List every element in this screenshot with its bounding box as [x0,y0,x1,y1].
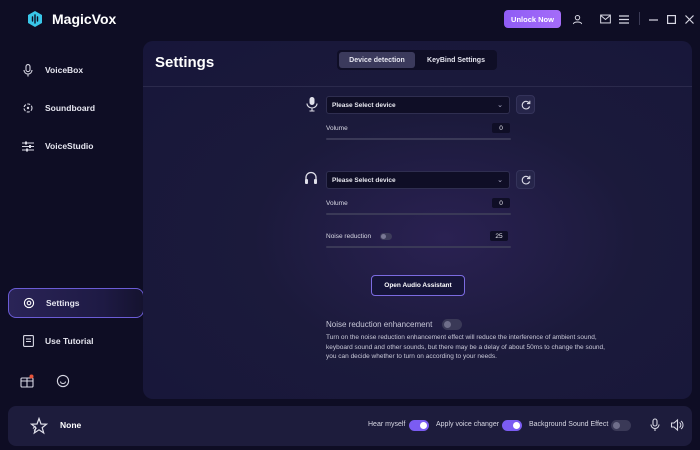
sliders-icon [21,139,35,153]
refresh-icon [521,100,530,109]
voice-star-icon[interactable] [30,417,48,435]
settings-tabs: Device detection KeyBind Settings [337,50,497,70]
background-sound-effect-label: Background Sound Effect [529,421,609,428]
minimize-icon[interactable] [646,12,660,26]
output-device-placeholder: Please Select device [332,176,396,184]
speaker-icon[interactable] [670,418,684,432]
sidebar-item-label: VoiceStudio [45,141,94,151]
noise-reduction-slider[interactable] [326,246,511,248]
noise-reduction-value[interactable]: 25 [490,231,508,241]
sidebar-item-settings[interactable]: Settings [8,288,144,318]
background-sound-effect-toggle[interactable] [611,420,631,431]
input-volume-value[interactable]: 0 [492,123,510,133]
input-device-placeholder: Please Select device [332,101,396,109]
gift-icon[interactable] [20,374,34,388]
noise-reduction-toggle[interactable] [380,233,392,240]
refresh-icon [521,175,530,184]
chevron-down-icon: ⌄ [497,177,503,184]
unlock-now-button[interactable]: Unlock Now [504,10,561,28]
sidebar-item-voicebox[interactable]: VoiceBox [8,55,144,85]
apply-voice-changer-toggle[interactable] [502,420,522,431]
chevron-down-icon: ⌄ [497,102,503,109]
input-volume-label: Volume [326,125,348,132]
headphones-icon [305,171,317,184]
mail-icon[interactable] [598,12,612,26]
output-volume-slider[interactable] [326,213,511,215]
titlebar-divider [639,12,640,25]
microphone-icon [21,63,35,77]
output-volume-label: Volume [326,200,348,207]
input-refresh-button[interactable] [516,95,535,114]
sidebar-item-label: Use Tutorial [45,336,94,346]
footer-bar: None Hear myself Apply voice changer Bac… [8,406,692,446]
sidebar-item-label: Settings [46,298,80,308]
sidebar-item-label: VoiceBox [45,65,84,75]
book-icon [21,334,35,348]
title-bar: MagicVox Unlock Now [0,0,700,40]
input-volume-slider[interactable] [326,138,511,140]
microphone-device-icon [306,97,318,112]
output-device-select[interactable]: Please Select device ⌄ [326,171,510,189]
tab-device-detection[interactable]: Device detection [339,52,415,68]
output-volume-value[interactable]: 0 [492,198,510,208]
menu-icon[interactable] [617,12,631,26]
sidebar: VoiceBox Soundboard VoiceStudio Settings… [0,40,144,402]
settings-icon [22,296,36,310]
user-icon[interactable] [570,12,584,26]
magicvox-logo [28,11,42,27]
noise-reduction-label: Noise reduction [326,233,372,240]
tab-keybind-settings[interactable]: KeyBind Settings [417,52,495,68]
hear-myself-toggle[interactable] [409,420,429,431]
chat-icon[interactable] [56,374,70,388]
page-title: Settings [155,54,215,71]
output-refresh-button[interactable] [516,170,535,189]
maximize-icon[interactable] [664,12,678,26]
app-title: MagicVox [52,11,117,27]
sidebar-item-soundboard[interactable]: Soundboard [8,93,144,123]
app-window: MagicVox Unlock Now VoiceBox Soundboard … [0,0,700,450]
hear-myself-label: Hear myself [368,421,406,428]
current-voice-name: None [60,420,82,430]
input-device-select[interactable]: Please Select device ⌄ [326,96,510,114]
sidebar-item-label: Soundboard [45,103,96,113]
apply-voice-changer-label: Apply voice changer [436,421,500,428]
header-divider [143,86,692,87]
open-audio-assistant-button[interactable]: Open Audio Assistant [371,275,465,296]
soundboard-icon [21,101,35,115]
noise-enhancement-description: Turn on the noise reduction enhancement … [326,334,605,360]
close-icon[interactable] [682,12,696,26]
sidebar-item-voicestudio[interactable]: VoiceStudio [8,131,144,161]
noise-enhancement-label: Noise reduction enhancement [326,320,433,329]
sidebar-item-use-tutorial[interactable]: Use Tutorial [8,326,144,356]
noise-enhancement-toggle[interactable] [442,319,462,330]
microphone-icon[interactable] [648,418,662,432]
